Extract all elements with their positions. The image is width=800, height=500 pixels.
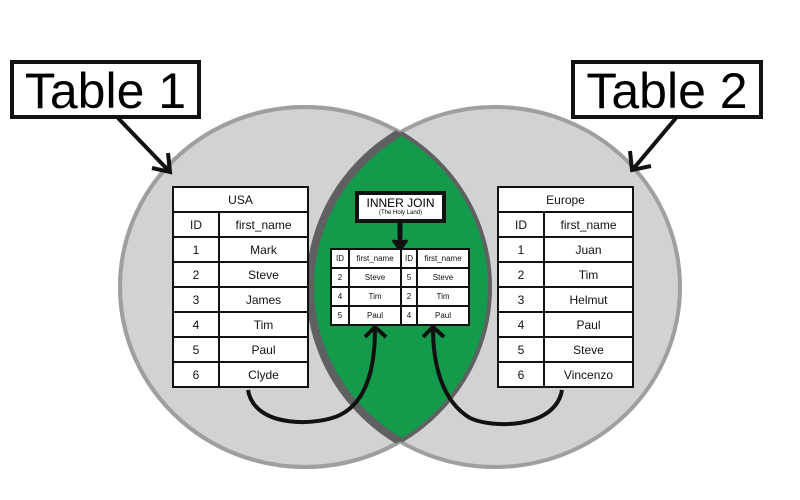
cell-id: 5 bbox=[172, 336, 220, 363]
cell-id: 4 bbox=[400, 305, 418, 326]
cell-name: Steve bbox=[218, 261, 309, 288]
cell-name: Tim bbox=[218, 311, 309, 338]
cell-id: 1 bbox=[172, 236, 220, 263]
column-header: ID bbox=[172, 211, 220, 238]
table2-pointer-arrow bbox=[632, 116, 678, 170]
column-header: ID bbox=[330, 248, 350, 269]
cell-id: 4 bbox=[330, 286, 350, 307]
cell-name: Steve bbox=[416, 267, 470, 288]
column-header: ID bbox=[400, 248, 418, 269]
table-row: 4 Tim bbox=[172, 311, 309, 338]
table-row: 6 Clyde bbox=[172, 361, 309, 388]
cell-name: Tim bbox=[416, 286, 470, 307]
column-header: first_name bbox=[218, 211, 309, 238]
table-row: 1 Mark bbox=[172, 236, 309, 263]
cell-name: Steve bbox=[348, 267, 402, 288]
column-header: ID bbox=[497, 211, 545, 238]
cell-id: 3 bbox=[497, 286, 545, 313]
table-row: 5 Paul bbox=[172, 336, 309, 363]
table-row: 4 Paul bbox=[497, 311, 634, 338]
inner-join-title: INNER JOIN bbox=[366, 196, 435, 210]
table-row: 2 Steve bbox=[172, 261, 309, 288]
cell-id: 2 bbox=[400, 286, 418, 307]
join-result-table: ID first_name ID first_name 2 Steve 5 Steve 4T… bbox=[330, 248, 470, 326]
cell-name: Tim bbox=[543, 261, 634, 288]
table-row: 3 James bbox=[172, 286, 309, 313]
table1-pointer-arrow bbox=[116, 116, 170, 172]
cell-name: Vincenzo bbox=[543, 361, 634, 388]
table-row: 5 Paul 4 Paul bbox=[330, 305, 470, 326]
cell-name: Steve bbox=[543, 336, 634, 363]
column-header: first_name bbox=[348, 248, 402, 269]
cell-id: 3 bbox=[172, 286, 220, 313]
cell-id: 5 bbox=[497, 336, 545, 363]
cell-id: 5 bbox=[400, 267, 418, 288]
table-row: 5 Steve bbox=[497, 336, 634, 363]
cell-name: Tim bbox=[348, 286, 402, 307]
table-row: 1 Juan bbox=[497, 236, 634, 263]
column-header: first_name bbox=[416, 248, 470, 269]
column-header: first_name bbox=[543, 211, 634, 238]
usa-table: USA ID first_name 1 Mark 2 Steve 3 James 4 Ti… bbox=[172, 186, 309, 388]
cell-name: Paul bbox=[416, 305, 470, 326]
cell-name: Juan bbox=[543, 236, 634, 263]
cell-id: 2 bbox=[330, 267, 350, 288]
cell-name: Paul bbox=[543, 311, 634, 338]
inner-join-label: INNER JOIN (The Holy Land) bbox=[355, 191, 446, 223]
table1-label: Table 1 bbox=[10, 60, 201, 119]
table-title: USA bbox=[172, 186, 309, 213]
cell-name: Mark bbox=[218, 236, 309, 263]
cell-name: James bbox=[218, 286, 309, 313]
europe-table: Europe ID first_name 1 Juan 2 Tim 3 Helmut 4… bbox=[497, 186, 634, 388]
cell-id: 4 bbox=[172, 311, 220, 338]
cell-name: Paul bbox=[348, 305, 402, 326]
cell-id: 5 bbox=[330, 305, 350, 326]
table2-label: Table 2 bbox=[571, 60, 763, 119]
cell-id: 1 bbox=[497, 236, 545, 263]
cell-id: 6 bbox=[172, 361, 220, 388]
cell-name: Paul bbox=[218, 336, 309, 363]
inner-join-subtitle: (The Holy Land) bbox=[378, 210, 423, 216]
table-row: 4 Tim 2 Tim bbox=[330, 286, 470, 307]
table-title: Europe bbox=[497, 186, 634, 213]
table-row: 2 Tim bbox=[497, 261, 634, 288]
cell-id: 6 bbox=[497, 361, 545, 388]
cell-name: Helmut bbox=[543, 286, 634, 313]
table-row: 2 Steve 5 Steve bbox=[330, 267, 470, 288]
cell-name: Clyde bbox=[218, 361, 309, 388]
table-row: 3 Helmut bbox=[497, 286, 634, 313]
cell-id: 2 bbox=[497, 261, 545, 288]
cell-id: 4 bbox=[497, 311, 545, 338]
table-row: 6 Vincenzo bbox=[497, 361, 634, 388]
cell-id: 2 bbox=[172, 261, 220, 288]
